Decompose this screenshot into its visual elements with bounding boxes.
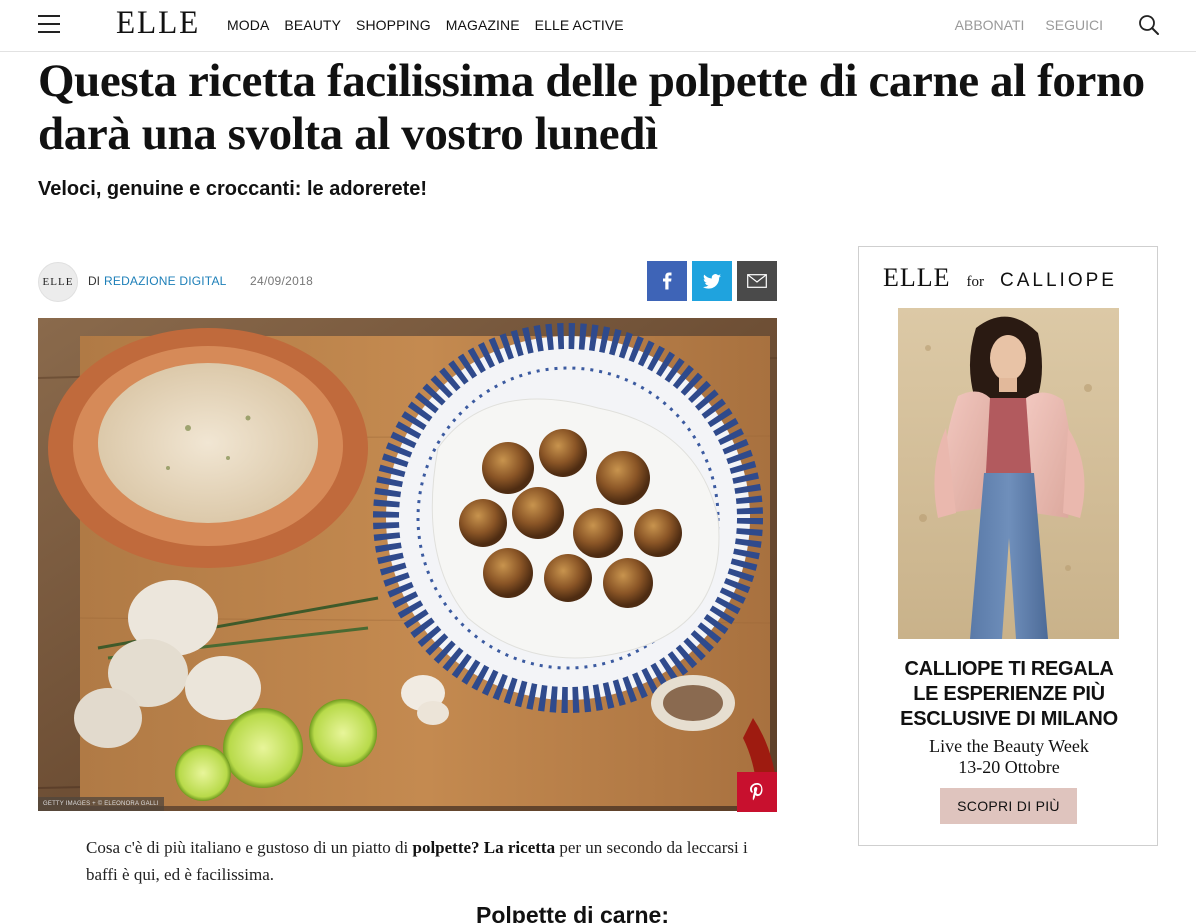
ad-subheadline: Live the Beauty Week 13-20 Ottobre xyxy=(859,736,1157,778)
ad-headline-line2: LE ESPERIENZE PIÙ xyxy=(913,683,1105,705)
hamburger-icon[interactable] xyxy=(38,14,60,34)
ad-brand: ELLE for CALLIOPE xyxy=(883,263,1133,293)
nav-link-magazine[interactable]: MAGAZINE xyxy=(446,17,520,33)
share-facebook-button[interactable] xyxy=(647,261,687,301)
elle-logo[interactable]: ELLE xyxy=(116,5,200,42)
ad-model-photo xyxy=(898,308,1119,639)
hero-image xyxy=(38,318,777,811)
ad-headline-line3: ESCLUSIVE DI MILANO xyxy=(900,708,1118,730)
twitter-icon xyxy=(703,273,721,289)
ad-for-text: for xyxy=(966,274,985,290)
publish-date: 24/09/2018 xyxy=(250,274,314,288)
nav-link-shopping[interactable]: SHOPPING xyxy=(356,17,431,33)
share-email-button[interactable] xyxy=(737,261,777,301)
advertisement-banner[interactable]: ELLE for CALLIOPE CALLIOPE TI REGALA LE … xyxy=(858,246,1158,846)
byline-prefix: DI xyxy=(88,274,100,288)
ad-cta-button[interactable]: SCOPRI DI PIÙ xyxy=(940,788,1077,824)
article-subtitle: Veloci, genuine e croccanti: le adoreret… xyxy=(38,178,428,200)
nav-link-moda[interactable]: MODA xyxy=(227,17,269,33)
author-avatar: ELLE xyxy=(38,262,78,302)
pinterest-icon xyxy=(750,783,763,801)
search-icon[interactable] xyxy=(1138,14,1160,36)
author-link[interactable]: REDAZIONE DIGITAL xyxy=(104,274,227,288)
top-navigation: ELLE MODA BEAUTY SHOPPING MAGAZINE ELLE … xyxy=(0,0,1196,52)
byline: DI REDAZIONE DIGITAL xyxy=(88,274,227,288)
article-title: Questa ricetta facilissima delle polpett… xyxy=(38,55,1145,160)
nav-link-elle-active[interactable]: ELLE ACTIVE xyxy=(535,17,624,33)
ad-headline: CALLIOPE TI REGALA LE ESPERIENZE PIÙ ESC… xyxy=(859,657,1157,732)
article-intro: Cosa c'è di più italiano e gustoso di un… xyxy=(86,834,776,888)
ad-elle-logo: ELLE xyxy=(883,263,951,292)
secondary-menu: ABBONATI SEGUICI xyxy=(934,17,1103,33)
ad-calliope-logo: CALLIOPE xyxy=(1000,270,1117,291)
intro-link-ricetta[interactable]: polpette? La ricetta xyxy=(413,838,556,857)
image-credit: GETTY IMAGES + © ELEONORA GALLI xyxy=(38,797,164,811)
facebook-icon xyxy=(663,272,672,290)
section-heading: Polpette di carne: xyxy=(476,902,669,923)
nav-link-beauty[interactable]: BEAUTY xyxy=(284,17,341,33)
mail-icon xyxy=(747,274,767,288)
nav-link-abbonati[interactable]: ABBONATI xyxy=(955,17,1025,33)
main-menu: MODA BEAUTY SHOPPING MAGAZINE ELLE ACTIV… xyxy=(227,17,639,33)
ad-sub-line1: Live the Beauty Week xyxy=(929,736,1089,756)
pinterest-share-button[interactable] xyxy=(737,772,777,812)
intro-text-part1: Cosa c'è di più italiano e gustoso di un… xyxy=(86,838,413,857)
ad-sub-line2: 13-20 Ottobre xyxy=(958,757,1060,777)
nav-link-seguici[interactable]: SEGUICI xyxy=(1045,17,1103,33)
share-twitter-button[interactable] xyxy=(692,261,732,301)
ad-headline-line1: CALLIOPE TI REGALA xyxy=(904,658,1114,680)
